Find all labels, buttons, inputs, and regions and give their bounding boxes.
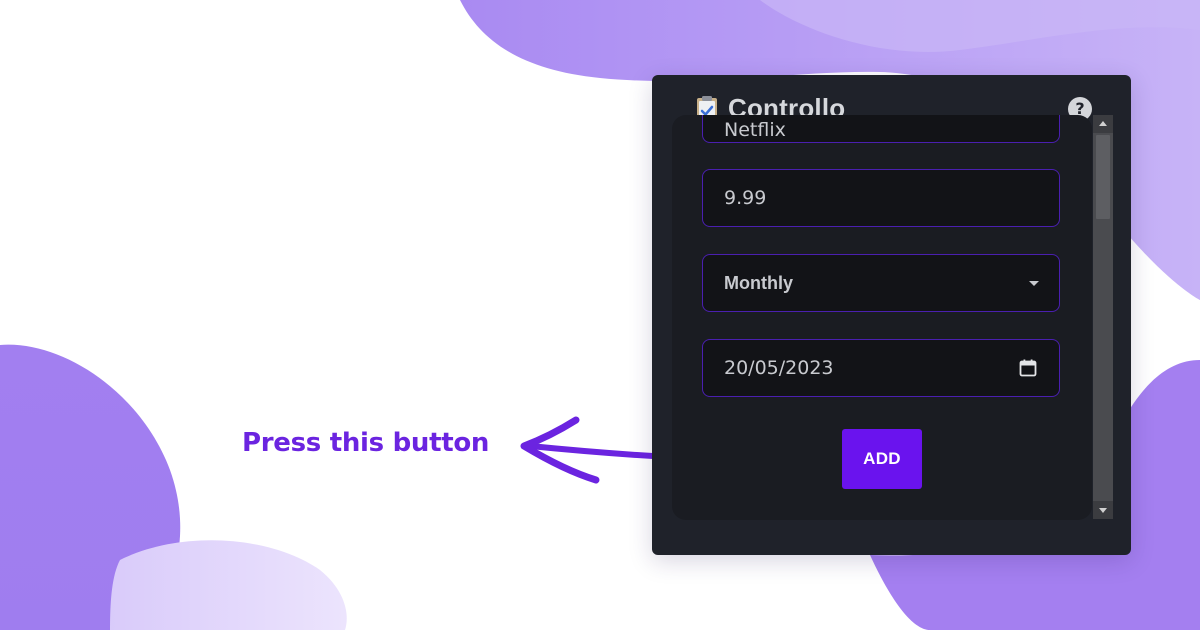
extension-popup: Controllo ? Netflix 9.99 Monthly 20/05/2…	[652, 75, 1131, 555]
scroll-up-icon[interactable]	[1093, 115, 1113, 133]
name-field-value: Netflix	[724, 119, 786, 141]
scrollbar[interactable]	[1093, 115, 1113, 519]
left-blob-light	[110, 540, 347, 630]
calendar-icon[interactable]	[1019, 359, 1037, 377]
add-button[interactable]: ADD	[842, 429, 922, 489]
date-field[interactable]: 20/05/2023	[702, 339, 1060, 397]
callout-text: Press this button	[242, 428, 490, 458]
subscription-form: Netflix 9.99 Monthly 20/05/2023 ADD	[672, 115, 1092, 520]
price-field-value: 9.99	[724, 187, 767, 209]
price-field[interactable]: 9.99	[702, 169, 1060, 227]
scroll-down-icon[interactable]	[1093, 501, 1113, 519]
period-select[interactable]: Monthly	[702, 254, 1060, 312]
screenshot-stage: Press this button Controllo ? Netflix 9.…	[0, 0, 1200, 630]
date-field-value: 20/05/2023	[724, 357, 834, 379]
period-select-value: Monthly	[724, 272, 793, 293]
name-field[interactable]: Netflix	[702, 115, 1060, 143]
scroll-thumb[interactable]	[1096, 135, 1110, 219]
chevron-down-icon	[1029, 281, 1039, 286]
